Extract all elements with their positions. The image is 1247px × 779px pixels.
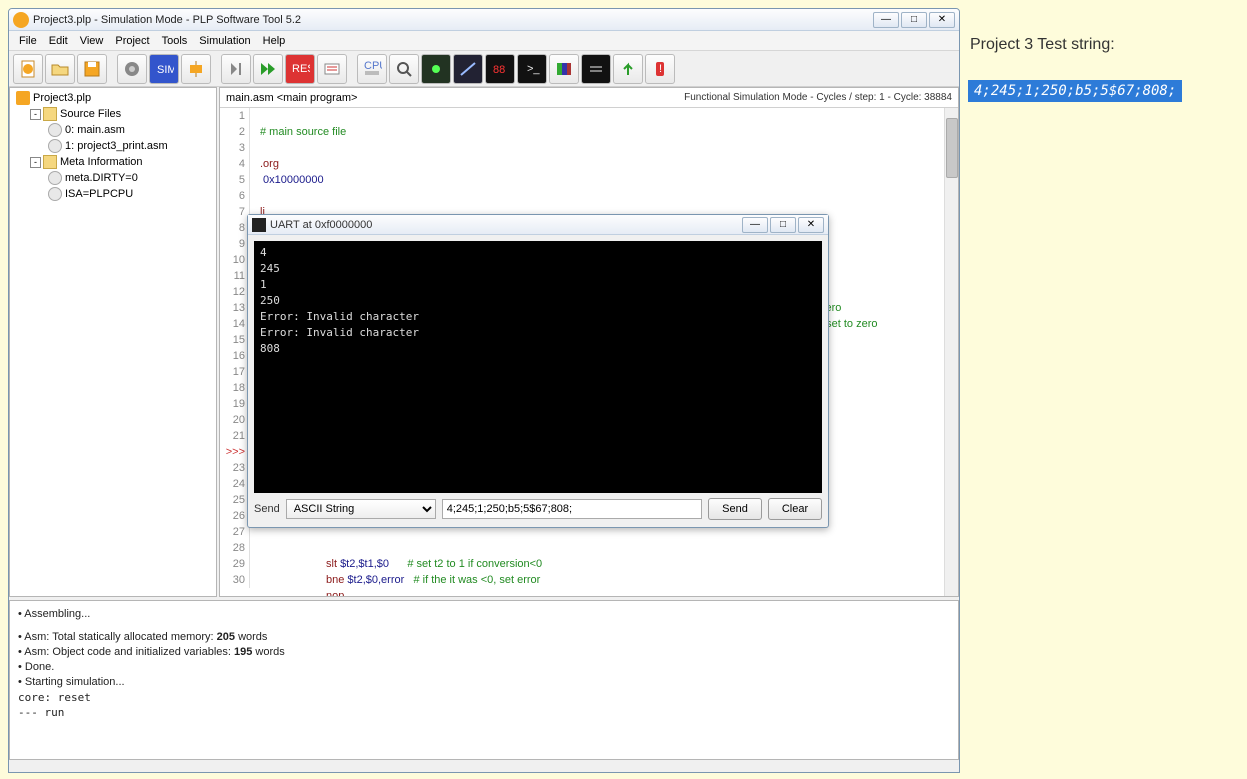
menu-simulation[interactable]: Simulation <box>193 33 256 49</box>
line-gutter: 123456789101112131415161718192021>>>2324… <box>220 108 250 588</box>
app-icon <box>13 12 29 28</box>
expand-icon[interactable]: - <box>30 157 41 168</box>
watcher-button[interactable] <box>389 54 419 84</box>
send-button[interactable]: Send <box>708 498 762 520</box>
file-icon <box>48 123 62 137</box>
uart-output[interactable]: 4 245 1 250 Error: Invalid character Err… <box>254 241 822 493</box>
interrupt-button[interactable]: ! <box>645 54 675 84</box>
window-title: Project3.plp - Simulation Mode - PLP Sof… <box>33 14 873 26</box>
console-line: • Done. <box>18 660 950 675</box>
tree-file-1[interactable]: 1: project3_print.asm <box>65 140 168 152</box>
console-line: core: reset <box>18 690 950 705</box>
assemble-button[interactable] <box>117 54 147 84</box>
menu-edit[interactable]: Edit <box>43 33 74 49</box>
uart-input[interactable] <box>442 499 702 519</box>
sevenseg-button[interactable]: 88 <box>485 54 515 84</box>
cpu-button[interactable]: CPU <box>357 54 387 84</box>
editor-scrollbar[interactable] <box>944 108 958 596</box>
terminal-icon <box>252 218 266 232</box>
sim-status: Functional Simulation Mode - Cycles / st… <box>684 92 952 103</box>
svg-text:!: ! <box>659 63 662 75</box>
step-button[interactable] <box>221 54 251 84</box>
leds-button[interactable] <box>421 54 451 84</box>
tree-meta[interactable]: Meta Information <box>60 156 143 168</box>
send-mode-select[interactable]: ASCII String <box>286 499 436 519</box>
output-console[interactable]: • Assembling... • Asm: Total statically … <box>9 600 959 760</box>
gpio-button[interactable] <box>613 54 643 84</box>
uart-title: UART at 0xf0000000 <box>270 219 742 231</box>
svg-text:CPU: CPU <box>364 60 382 72</box>
titlebar: Project3.plp - Simulation Mode - PLP Sof… <box>9 9 959 31</box>
tree-src[interactable]: Source Files <box>60 108 121 120</box>
new-button[interactable] <box>13 54 43 84</box>
close-button[interactable]: ✕ <box>929 12 955 28</box>
menu-help[interactable]: Help <box>257 33 292 49</box>
file-icon <box>48 171 62 185</box>
console-line: • Asm: Object code and initialized varia… <box>18 645 950 660</box>
tree-meta-1[interactable]: ISA=PLPCPU <box>65 188 133 200</box>
run-button[interactable] <box>253 54 283 84</box>
menu-tools[interactable]: Tools <box>156 33 194 49</box>
vga-button[interactable] <box>549 54 579 84</box>
uart-maximize-button[interactable]: □ <box>770 217 796 233</box>
reset-button[interactable]: RESET <box>285 54 315 84</box>
float-button[interactable] <box>317 54 347 84</box>
save-button[interactable] <box>77 54 107 84</box>
folder-icon <box>43 155 57 169</box>
plpid-button[interactable] <box>581 54 611 84</box>
menu-view[interactable]: View <box>74 33 110 49</box>
folder-icon <box>43 107 57 121</box>
expand-icon[interactable]: - <box>30 109 41 120</box>
console-line: • Starting simulation... <box>18 675 950 690</box>
tree-file-0[interactable]: 0: main.asm <box>65 124 125 136</box>
editor-filename: main.asm <main program> <box>226 92 684 104</box>
menu-file[interactable]: File <box>13 33 43 49</box>
toolbar: SIM RESET CPU 88 >_ ! <box>9 51 959 87</box>
file-icon <box>48 187 62 201</box>
tree-meta-0[interactable]: meta.DIRTY=0 <box>65 172 138 184</box>
console-line: • Assembling... <box>18 607 950 622</box>
menu-project[interactable]: Project <box>109 33 155 49</box>
uart-titlebar[interactable]: UART at 0xf0000000 — □ ✕ <box>248 215 828 235</box>
sim-button[interactable]: SIM <box>149 54 179 84</box>
maximize-button[interactable]: □ <box>901 12 927 28</box>
note-text[interactable]: 4;245;1;250;b5;5$67;808; <box>968 80 1182 102</box>
program-button[interactable] <box>181 54 211 84</box>
uart-button[interactable]: >_ <box>517 54 547 84</box>
console-line: • Asm: Total statically allocated memory… <box>18 630 950 645</box>
tree-root[interactable]: Project3.plp <box>33 92 91 104</box>
console-line: --- run <box>18 705 950 720</box>
uart-minimize-button[interactable]: — <box>742 217 768 233</box>
project-icon <box>16 91 30 105</box>
menubar: File Edit View Project Tools Simulation … <box>9 31 959 51</box>
send-label: Send <box>254 503 280 515</box>
file-icon <box>48 139 62 153</box>
clear-button[interactable]: Clear <box>768 498 822 520</box>
project-tree[interactable]: Project3.plp - Source Files 0: main.asm 1… <box>9 87 217 597</box>
switches-button[interactable] <box>453 54 483 84</box>
note-title: Project 3 Test string: <box>970 36 1115 54</box>
scroll-thumb[interactable] <box>946 118 958 178</box>
svg-text:88: 88 <box>493 64 505 76</box>
minimize-button[interactable]: — <box>873 12 899 28</box>
svg-text:>_: >_ <box>527 63 540 75</box>
svg-text:RESET: RESET <box>292 63 310 75</box>
uart-dialog[interactable]: UART at 0xf0000000 — □ ✕ 4 245 1 250 Err… <box>247 214 829 528</box>
svg-text:SIM: SIM <box>157 64 174 76</box>
uart-close-button[interactable]: ✕ <box>798 217 824 233</box>
open-button[interactable] <box>45 54 75 84</box>
